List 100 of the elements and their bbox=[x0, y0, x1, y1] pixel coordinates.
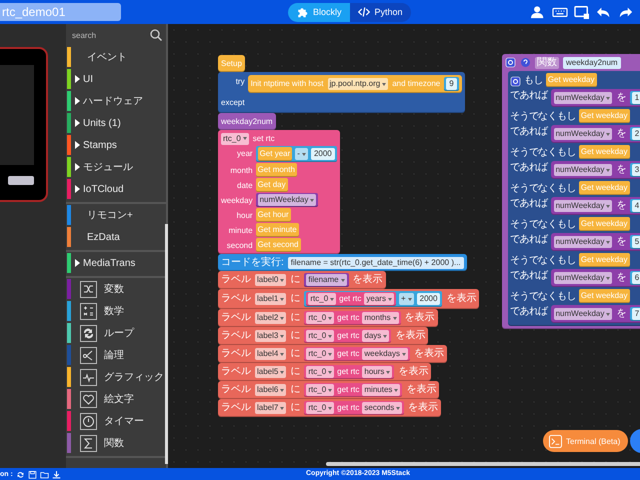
dropdown-field[interactable]: label7 bbox=[255, 402, 286, 414]
value-block[interactable]: rtc_0 get rtc months bbox=[304, 311, 401, 325]
value-block[interactable]: rtc_0 get rtc years + 2000 bbox=[304, 291, 442, 307]
code-block[interactable]: ラベル label2 に rtc_0 get rtc months を表示 bbox=[218, 309, 438, 327]
dropdown-field[interactable]: label1 bbox=[255, 293, 286, 305]
value-block[interactable]: rtc_0 get rtc days bbox=[304, 329, 392, 343]
category-item[interactable]: イベント bbox=[67, 46, 166, 68]
dropdown-field[interactable]: numWeekday bbox=[554, 200, 612, 212]
category-item[interactable]: MediaTrans bbox=[67, 252, 166, 274]
value-block[interactable]: rtc_0 get rtc years bbox=[306, 292, 396, 306]
search-icon[interactable] bbox=[150, 29, 162, 41]
dropdown-field[interactable]: label6 bbox=[255, 384, 286, 396]
code-block[interactable]: ラベル label5 に rtc_0 get rtc hours を表示 bbox=[218, 363, 432, 381]
dropdown-field[interactable]: numWeekday bbox=[554, 272, 612, 284]
category-item[interactable]: UI bbox=[67, 68, 166, 90]
code-block[interactable]: Init ntptime with host jp.pool.ntp.org and timezone 9 bbox=[248, 75, 462, 93]
folder-icon[interactable] bbox=[40, 470, 49, 478]
category-item[interactable]: リモコン+ bbox=[67, 204, 166, 226]
code-block[interactable]: numWeekday を 3 bbox=[550, 161, 640, 179]
undo-icon[interactable] bbox=[596, 5, 612, 19]
code-block[interactable]: コードを実行: filename = str(rtc_0.get_date_time(6) + 2000 )... bbox=[218, 254, 467, 271]
code-block[interactable]: numWeekday を 6 bbox=[550, 269, 640, 287]
category-item[interactable]: 絵文字 bbox=[67, 388, 166, 410]
category-item[interactable]: EzData bbox=[67, 226, 166, 248]
dropdown-field[interactable]: label3 bbox=[255, 330, 286, 342]
code-block[interactable]: numWeekday を 2 bbox=[550, 125, 640, 143]
dropdown-field[interactable]: hours bbox=[362, 366, 392, 378]
save-icon[interactable] bbox=[28, 470, 37, 478]
code-block[interactable]: ラベル label3 に rtc_0 get rtc days を表示 bbox=[218, 327, 428, 345]
category-item[interactable]: Units (1) bbox=[67, 112, 166, 134]
category-item[interactable]: モジュール bbox=[67, 156, 166, 178]
category-item[interactable]: グラフィック bbox=[67, 366, 166, 388]
dropdown-field[interactable]: seconds bbox=[362, 402, 402, 414]
dropdown-field[interactable]: months bbox=[362, 312, 399, 324]
download-icon[interactable] bbox=[52, 470, 61, 478]
sync-icon[interactable] bbox=[16, 470, 25, 478]
code-block[interactable]: numWeekday を 4 bbox=[550, 197, 640, 215]
dropdown-field[interactable]: numWeekday bbox=[554, 308, 612, 320]
code-field[interactable]: filename = str(rtc_0.get_date_time(6) + 2000 )... bbox=[288, 256, 464, 268]
code-block[interactable]: numWeekday を 1 bbox=[550, 89, 640, 107]
dropdown-field[interactable]: years bbox=[364, 293, 394, 305]
value-block[interactable]: rtc_0 get rtc hours bbox=[304, 365, 394, 379]
code-block[interactable]: ラベル label7 に rtc_0 get rtc seconds を表示 bbox=[218, 399, 442, 417]
dropdown-field[interactable]: rtc_0 bbox=[306, 402, 334, 414]
category-item[interactable]: ループ bbox=[67, 322, 166, 344]
search-field[interactable]: search bbox=[72, 28, 148, 42]
dropdown-field[interactable]: rtc_0 bbox=[306, 312, 334, 324]
dropdown-field[interactable]: rtc_0 bbox=[308, 293, 336, 305]
dropdown-field[interactable]: rtc_0 bbox=[306, 366, 334, 378]
scrollbar[interactable] bbox=[165, 224, 168, 464]
category-item[interactable]: タイマー bbox=[67, 410, 166, 432]
code-field[interactable]: weekday2num bbox=[563, 56, 621, 68]
number-field[interactable]: 2000 bbox=[310, 148, 335, 160]
code-block[interactable]: ラベル label6 に rtc_0 get rtc minutes を表示 bbox=[218, 381, 440, 399]
dropdown-field[interactable]: minutes bbox=[362, 384, 400, 396]
dropdown-field[interactable]: jp.pool.ntp.org bbox=[328, 78, 388, 90]
dropdown-field[interactable]: label5 bbox=[255, 366, 286, 378]
dropdown-field[interactable]: - bbox=[295, 148, 308, 160]
help-icon[interactable] bbox=[520, 57, 531, 68]
user-icon[interactable] bbox=[530, 5, 546, 19]
dropdown-field[interactable]: weekdays bbox=[362, 348, 408, 360]
dropdown-field[interactable]: numWeekday bbox=[554, 236, 612, 248]
value-block[interactable]: rtc_0 get rtc seconds bbox=[304, 401, 404, 415]
category-item[interactable]: ハードウェア bbox=[67, 90, 166, 112]
dropdown-field[interactable]: numWeekday bbox=[554, 164, 612, 176]
code-block[interactable]: numWeekday を 5 bbox=[550, 233, 640, 251]
value-block[interactable]: rtc_0 get rtc weekdays bbox=[304, 347, 410, 361]
dropdown-field[interactable]: rtc_0 bbox=[221, 132, 249, 144]
code-block[interactable]: ラベル label1 に rtc_0 get rtc years + 2000 を表示 bbox=[218, 289, 480, 309]
category-item[interactable]: 変数 bbox=[67, 278, 166, 300]
dropdown-field[interactable]: numWeekday bbox=[554, 92, 612, 104]
code-block[interactable]: weekday2num bbox=[218, 113, 276, 130]
dropdown-field[interactable]: label2 bbox=[255, 312, 286, 324]
code-block[interactable]: ラベル label4 に rtc_0 get rtc weekdays を表示 bbox=[218, 345, 447, 363]
dropdown-field[interactable]: rtc_0 bbox=[306, 384, 334, 396]
dropdown-field[interactable]: days bbox=[362, 330, 390, 342]
gear-icon[interactable] bbox=[505, 57, 516, 68]
code-block[interactable]: ラベル label0 に filename を表示 bbox=[218, 271, 386, 289]
scrollbar[interactable] bbox=[326, 462, 640, 466]
category-item[interactable]: IoTCloud bbox=[67, 178, 166, 200]
dropdown-field[interactable]: + bbox=[398, 293, 414, 305]
number-field[interactable]: 2000 bbox=[416, 293, 440, 305]
monitor-icon[interactable] bbox=[574, 5, 590, 19]
redo-icon[interactable] bbox=[618, 5, 634, 19]
view-tab[interactable]: Python bbox=[350, 2, 411, 22]
category-item[interactable]: Stamps bbox=[67, 134, 166, 156]
dropdown-field[interactable]: rtc_0 bbox=[306, 348, 334, 360]
dropdown-field[interactable]: rtc_0 bbox=[306, 330, 334, 342]
dropdown-field[interactable]: label4 bbox=[255, 348, 286, 360]
gear-icon[interactable] bbox=[510, 76, 521, 86]
category-item[interactable]: 論理 bbox=[67, 344, 166, 366]
dropdown-field[interactable]: numWeekday bbox=[554, 128, 612, 140]
category-item[interactable]: 関数 bbox=[67, 432, 166, 454]
value-block[interactable]: rtc_0 get rtc minutes bbox=[304, 383, 402, 397]
value-block[interactable]: Get year - 2000 bbox=[256, 146, 337, 162]
code-block[interactable]: rtc_0 set rtc year Get year - 2000 month Get month date Get day weekday numWeekday hour Get hour minute Get minute second Get second bbox=[218, 130, 340, 254]
dropdown-field[interactable]: label0 bbox=[255, 274, 286, 286]
code-block[interactable]: numWeekday を 7 bbox=[550, 305, 640, 323]
category-item[interactable]: 数学 bbox=[67, 300, 166, 322]
keyboard-icon[interactable] bbox=[552, 5, 568, 19]
